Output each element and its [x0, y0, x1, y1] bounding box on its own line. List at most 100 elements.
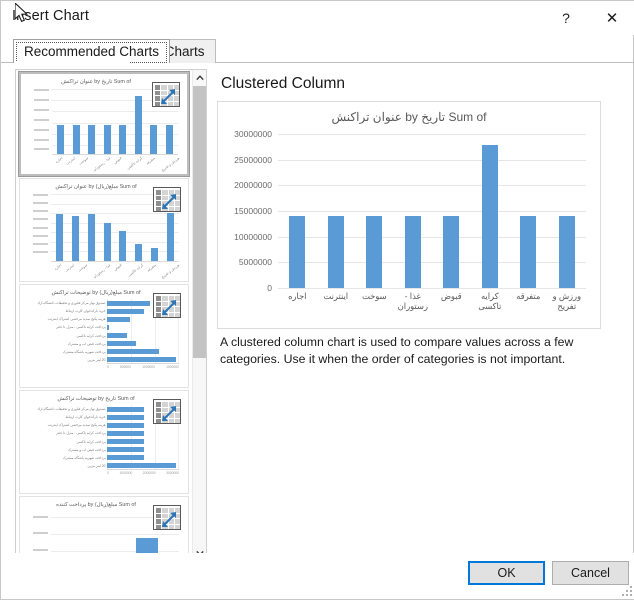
mini-x-tick: 1500000 — [166, 365, 179, 369]
mini-x-axis — [107, 363, 179, 364]
mini-x-label: غذا - رستوران — [92, 263, 112, 280]
chart-thumbnail-1[interactable]: Sum of مبلغ(ریال) by عنوان تراکنش اجاره … — [19, 178, 189, 282]
thumbnail-canvas: Sum of تاریخ by توضیحات تراکنش صندوق نها… — [23, 394, 185, 490]
ok-button[interactable]: OK — [468, 561, 545, 585]
mini-x-label: قبوض — [113, 156, 123, 165]
x-axis-label: سوخت — [361, 291, 387, 301]
x-axis-label: کرایه تاکسی — [478, 291, 502, 311]
mini-category-label: 20 لیتر بنزین — [87, 357, 106, 362]
mini-x-label: کرایه تاکسی — [126, 263, 144, 278]
chevron-up-icon — [196, 74, 204, 80]
chart-x-axis-labels: اجاره اینترنت سوخت غذا - رستوران قبوض کر… — [278, 291, 586, 322]
tab-recommended-charts[interactable]: Recommended Charts — [13, 39, 171, 63]
mini-x-label: اجاره — [54, 156, 64, 165]
thumbnail-canvas: Sum of مبلغ(ریال) by توضیحات تراکنش صندو… — [23, 288, 185, 384]
x-axis-label: غذا - رستوران — [397, 291, 428, 311]
insert-chart-dialog: Insert Chart ? ✕ Recommended Charts All … — [0, 0, 634, 600]
mini-category-label: 20 لیتر بنزین — [87, 463, 106, 468]
mini-category-label: پرداخت شهریه باشگاه مشترک — [62, 349, 106, 354]
mini-x-label: قبوض — [113, 263, 123, 272]
bar-cell — [509, 134, 548, 288]
mini-x-tick: 2000000 — [142, 471, 156, 475]
mini-x-label: متفرقه — [145, 263, 157, 273]
bar-6 — [520, 216, 537, 288]
mini-category-label: پرداخت کرایه تاکسی — [76, 439, 106, 444]
refresh-preview-icon — [153, 399, 181, 424]
refresh-preview-icon — [153, 187, 181, 212]
chart-bars — [278, 134, 586, 288]
recommended-charts-list[interactable]: Sum of تاریخ by عنوان تراکنش اجاره اینتر… — [15, 69, 207, 561]
bar-3 — [404, 216, 421, 288]
x-axis-label: اجاره — [288, 291, 307, 301]
scroll-up-button[interactable] — [193, 70, 206, 85]
mini-x-tick: 3000000 — [166, 471, 179, 475]
mini-x-label: اجاره — [53, 263, 63, 272]
dialog-title: Insert Chart — [12, 8, 89, 24]
thumbnail-canvas: Sum of تاریخ by عنوان تراکنش اجاره اینتر… — [24, 77, 184, 173]
x-axis-label: اینترنت — [323, 291, 349, 301]
chart-thumbnail-2[interactable]: Sum of مبلغ(ریال) by توضیحات تراکنش صندو… — [19, 284, 189, 388]
mini-category-label: صندوق نهار مرکز فناوری و تحقیقات دانشگاه… — [37, 407, 106, 412]
mini-x-tick: 500000 — [120, 365, 132, 369]
mini-x-tick: 1000000 — [119, 471, 133, 475]
mini-category-label: هزینه پکیج تمدید مرخصی اشتراک اینترنت — [47, 423, 106, 428]
refresh-arrow-icon — [162, 194, 176, 209]
refresh-arrow-icon — [162, 300, 176, 315]
refresh-preview-icon — [153, 505, 181, 530]
mini-x-labels: اجاره اینترنت سوخت غذا - رستوران قبوض کر… — [52, 156, 180, 173]
thumbnail-title: Sum of مبلغ(ریال) by عنوان تراکنش — [55, 184, 137, 190]
mini-category-label: پرداخت کرایه تاکسی — [76, 333, 106, 338]
mini-x-tick-labels: 0 500000 1000000 1500000 — [107, 365, 179, 372]
mini-category-label: پرداخت قبض آب و مشترک — [67, 447, 106, 452]
mini-category-labels: صندوق نهار مرکز فناوری و تحقیقات دانشگاه… — [27, 299, 106, 364]
thumbnail-canvas: Sum of مبلغ(ریال) by عنوان تراکنش اجاره … — [23, 182, 185, 280]
mini-category-label: پرداخت شهریه باشگاه مشترک — [62, 455, 106, 460]
mini-x-label: غذا - رستوران — [92, 156, 112, 173]
resize-grip[interactable] — [620, 584, 632, 596]
bar-cell — [432, 134, 471, 288]
bar-cell — [394, 134, 433, 288]
cancel-button[interactable]: Cancel — [552, 561, 629, 585]
thumbnail-title: Sum of تاریخ by توضیحات تراکنش — [57, 396, 135, 402]
mini-x-tick-labels: 0 1000000 2000000 3000000 — [107, 471, 179, 478]
y-axis-tick-label: 0 — [267, 283, 272, 293]
close-button[interactable]: ✕ — [589, 1, 634, 34]
preview-heading: Clustered Column — [221, 75, 346, 92]
mini-category-label: خرید بارکدخوان کارت ارتباط — [65, 415, 106, 420]
thumbnail-title: Sum of مبلغ(ریال) by توضیحات تراکنش — [51, 290, 141, 296]
chart-thumbnail-4[interactable]: Sum of مبلغ(ریال) by پرداخت کننده — [19, 496, 189, 560]
mini-category-label: پرداخت کرایه تاکسی - منزل تا دفتر — [56, 431, 106, 436]
active-tab-underline-gap — [14, 62, 130, 63]
bar-4 — [443, 216, 460, 288]
mini-category-label: خرید بارکدخوان کارت ارتباط — [65, 309, 106, 314]
y-axis-tick-label: 15000000 — [234, 206, 272, 216]
bar-2 — [366, 216, 383, 288]
y-axis-tick-label: 5000000 — [238, 257, 272, 268]
thumbnail-list: Sum of تاریخ by عنوان تراکنش اجاره اینتر… — [16, 70, 193, 560]
tab-focus-outline — [16, 42, 168, 63]
mini-x-tick: 0 — [107, 471, 109, 475]
refresh-preview-icon — [152, 82, 180, 107]
x-axis-label: متفرقه — [516, 291, 541, 301]
tab-strip: Recommended Charts All Charts — [1, 39, 634, 63]
mini-x-label: ورزش و تفریح — [160, 263, 181, 280]
chart-plot-area: 30000000 25000000 20000000 15000000 1000… — [234, 129, 586, 293]
mini-x-tick: 0 — [107, 365, 109, 369]
chart-thumbnail-3[interactable]: Sum of تاریخ by توضیحات تراکنش صندوق نها… — [19, 390, 189, 494]
mini-category-label: پرداخت کرایه تاکسی - منزل تا دفتر — [56, 325, 106, 330]
title-bar: Insert Chart ? ✕ — [1, 1, 634, 35]
mini-x-label: متفرقه — [145, 156, 156, 166]
mini-x-labels: اجاره اینترنت سوخت غذا - رستوران قبوض کر… — [51, 263, 181, 280]
bar-cell — [317, 134, 356, 288]
thumbnail-title: Sum of تاریخ by عنوان تراکنش — [61, 79, 131, 85]
x-axis-label: ورزش و تفریح — [552, 291, 581, 311]
chart-thumbnail-0[interactable]: Sum of تاریخ by عنوان تراکنش اجاره اینتر… — [18, 71, 190, 177]
mini-x-label: اینترنت — [64, 263, 76, 273]
mini-y-ticks — [29, 194, 49, 262]
mini-x-label: سوخت — [77, 156, 89, 166]
refresh-arrow-icon — [161, 89, 175, 104]
thumbnail-scrollbar[interactable] — [192, 70, 206, 560]
scrollbar-thumb[interactable] — [193, 86, 206, 358]
help-button[interactable]: ? — [543, 1, 589, 34]
chart-preview: Sum of تاریخ by عنوان تراکنش 30000000 25… — [217, 101, 601, 329]
